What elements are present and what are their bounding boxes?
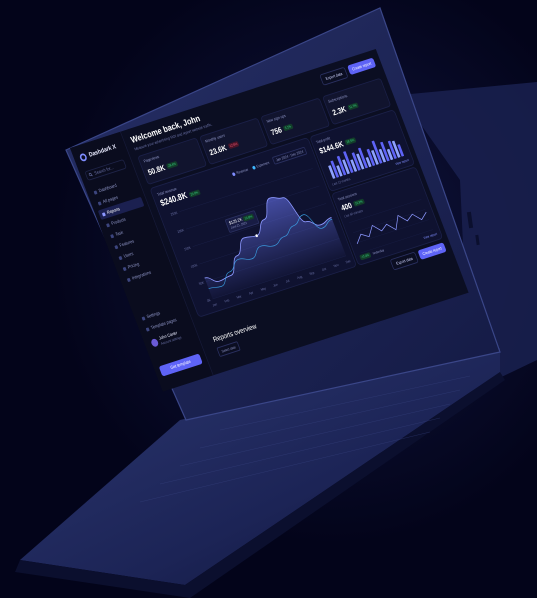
y-tick-label: 100K — [190, 263, 199, 269]
y-tick-label: 200K — [177, 228, 186, 234]
grid-line — [352, 209, 426, 234]
kpi-value: 23.6K — [208, 143, 228, 158]
logo-icon — [78, 152, 88, 163]
x-tick-label: Sep — [309, 270, 315, 276]
sidebar-item-label: Users — [122, 250, 135, 260]
sidebar-item-label: Task — [114, 229, 124, 238]
kpi-value: 756 — [269, 125, 284, 138]
grid-line — [356, 219, 430, 244]
bottom-export-button[interactable]: Export data — [389, 251, 419, 271]
get-template-button[interactable]: Get template — [158, 353, 203, 377]
home-icon — [93, 190, 98, 195]
grid-line — [179, 168, 313, 212]
kpi-value: 50.8K — [146, 163, 167, 177]
reports-overview-title: Reports overview — [211, 322, 258, 344]
sidebar-bottom: Settings Template pages John Carter Accou… — [137, 301, 193, 349]
sessions-line — [356, 211, 427, 245]
x-tick-label: Apr — [248, 290, 254, 295]
sidebar-item-label: Features — [118, 238, 135, 249]
search-placeholder: Search for... — [93, 164, 115, 177]
x-tick-label: Jul — [285, 278, 290, 283]
sidebar-item-label: Pricing — [127, 261, 140, 270]
logo-text: Dashdark X — [88, 143, 118, 159]
create-report-button[interactable]: Create report — [347, 57, 377, 76]
grid-line — [349, 199, 422, 223]
logo[interactable]: Dashdark X — [78, 143, 118, 163]
y-tick-label: 250K — [170, 210, 179, 216]
star-icon — [114, 244, 119, 249]
kpi-change-badge: 3.1% — [282, 123, 294, 132]
sidebar-item-label: Integrations — [131, 269, 152, 281]
task-icon — [110, 233, 115, 238]
avatar — [150, 337, 160, 348]
y-tick-label: 150K — [183, 245, 192, 251]
x-tick-label: Aug — [297, 274, 303, 280]
user-icon — [118, 255, 123, 260]
search-icon — [88, 172, 93, 177]
revenue-area — [204, 197, 347, 300]
kpi-change-badge: 11.3% — [346, 102, 359, 111]
x-tick-label: Jan — [212, 302, 218, 308]
sidebar-item-label: All pages — [102, 194, 119, 205]
price-icon — [122, 266, 127, 271]
export-data-button[interactable]: Export data — [319, 66, 349, 86]
chart-icon — [101, 211, 106, 217]
x-tick-label: Mar — [236, 294, 242, 300]
x-tick-label: Jun — [273, 282, 279, 288]
gear-icon — [141, 316, 146, 321]
x-tick-label: Feb — [224, 298, 230, 304]
template-icon — [145, 326, 150, 332]
x-tick-label: Dec — [345, 259, 352, 265]
sidebar-item-label: Products — [110, 216, 127, 227]
kpi-value: 2.3K — [331, 104, 348, 118]
sidebar-item-label: Settings — [145, 310, 161, 320]
pages-icon — [97, 200, 102, 206]
kpi-change-badge: 28.4% — [165, 160, 179, 170]
select-date-button[interactable]: Select date — [216, 341, 241, 358]
sidebar-item-label: Reports — [106, 206, 121, 216]
plug-icon — [126, 277, 131, 282]
x-tick-label: May — [260, 286, 267, 292]
x-tick-label: Nov — [333, 263, 340, 269]
kpi-change-badge: 12.6% — [227, 140, 240, 150]
y-tick-label: 50K — [198, 280, 205, 286]
x-tick-label: Oct — [321, 267, 327, 272]
box-icon — [105, 222, 110, 228]
